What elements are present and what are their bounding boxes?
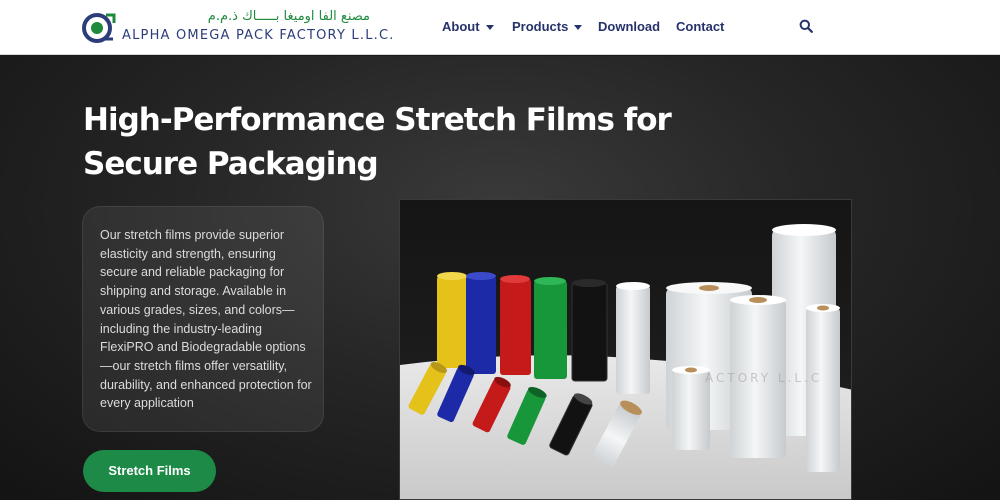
hero-title-line-1: High-Performance Stretch Films for [83,102,672,138]
hero-title: High-Performance Stretch Films for Secur… [83,98,703,186]
nav-download[interactable]: Download [598,18,660,36]
chevron-down-icon [485,25,494,31]
site-header: مصنع الفا اوميغا بـــــاك ذ.م.م ALPHA OM… [0,0,1000,55]
hero-section: High-Performance Stretch Films for Secur… [0,56,1000,500]
nav-contact[interactable]: Contact [676,18,724,36]
nav-products[interactable]: Products [512,18,583,36]
company-logo[interactable]: مصنع الفا اوميغا بـــــاك ذ.م.م ALPHA OM… [82,9,393,47]
logo-mark-icon [82,13,116,43]
nav-about-label: About [442,19,480,34]
chevron-down-icon [574,25,583,31]
description-card: Our stretch films provide superior elast… [82,206,324,432]
nav-products-label: Products [512,19,569,34]
product-photo-illustration: ACTORY L.L.C [400,224,851,499]
search-icon[interactable] [799,19,813,33]
stretch-film-rolls-image: ACTORY L.L.C [399,199,852,500]
hero-description: Our stretch films provide superior elast… [100,228,312,411]
nav-contact-label: Contact [676,19,725,34]
stretch-films-button[interactable]: Stretch Films [83,450,216,492]
brand-arabic-name: مصنع الفا اوميغا بـــــاك ذ.م.م [207,9,370,24]
brand-english-name: ALPHA OMEGA PACK FACTORY L.L.C. [122,28,395,43]
svg-text:ACTORY L.L.C: ACTORY L.L.C [705,371,822,385]
nav-download-label: Download [598,19,661,34]
hero-title-line-2: Secure Packaging [83,146,379,182]
nav-about[interactable]: About [442,18,494,36]
